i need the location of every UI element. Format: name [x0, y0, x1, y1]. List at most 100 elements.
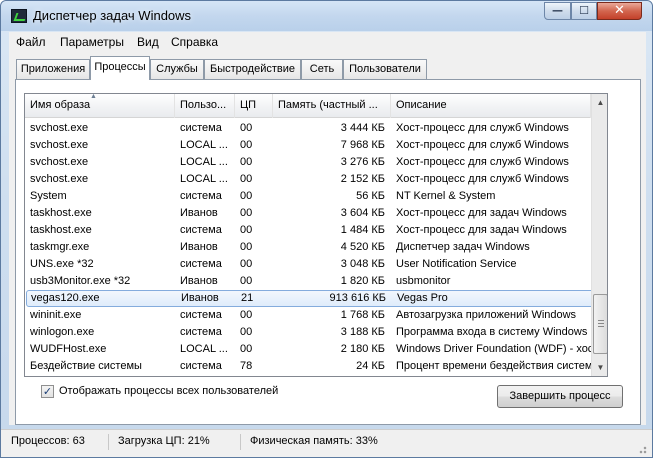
cell-cpu: 00 — [240, 258, 253, 270]
table-row[interactable]: svchost.exe LOCAL ... 00 2 152 КБ Хост-проце… — [25, 171, 607, 188]
tab-users[interactable]: Пользователи — [343, 59, 427, 79]
cell-user: система — [180, 360, 222, 372]
cell-memory: 1 768 КБ — [340, 309, 385, 321]
cell-user: Иванов — [180, 241, 218, 253]
column-memory[interactable]: Память (частный ... — [273, 94, 391, 118]
cell-memory: 2 152 КБ — [340, 173, 385, 185]
cell-image-name: svchost.exe — [30, 173, 89, 185]
cell-description: Хост-процесс для служб Windows — [396, 122, 569, 134]
cell-description: Автозагрузка приложений Windows — [396, 309, 577, 321]
sort-ascending-icon: ▲ — [90, 94, 97, 100]
minimize-button[interactable]: — — [544, 2, 571, 20]
tab-processes[interactable]: Процессы — [90, 56, 150, 80]
scrollbar-thumb[interactable] — [593, 294, 607, 354]
cell-description: Программа входа в систему Windows — [396, 326, 588, 338]
menu-bar: Файл Параметры Вид Справка — [9, 32, 646, 52]
cell-image-name: vegas120.exe — [31, 292, 100, 304]
menu-view[interactable]: Вид — [137, 35, 159, 49]
close-button[interactable]: ✕ — [597, 2, 642, 20]
task-manager-window: Диспетчер задач Windows — ☐ ✕ Файл Парам… — [0, 0, 653, 458]
cell-image-name: UNS.exe *32 — [30, 258, 94, 270]
menu-options[interactable]: Параметры — [60, 35, 124, 49]
cell-cpu: 00 — [240, 122, 253, 134]
table-row[interactable]: usb3Monitor.exe *32 Иванов 00 1 820 КБ usbmo… — [25, 273, 607, 290]
cell-description: Хост-процесс для задач Windows — [396, 207, 567, 219]
table-row[interactable]: Бездействие системы система 78 24 КБ Процент… — [25, 358, 607, 375]
tab-performance[interactable]: Быстродействие — [204, 59, 301, 79]
cell-memory: 7 968 КБ — [340, 139, 385, 151]
cell-description: Диспетчер задач Windows — [396, 241, 530, 253]
cell-user: система — [180, 326, 222, 338]
table-row[interactable]: wininit.exe система 00 1 768 КБ Автозагрузка… — [25, 307, 607, 324]
cell-description: NT Kernel & System — [396, 190, 496, 202]
cell-user: LOCAL ... — [180, 139, 228, 151]
check-icon: ✓ — [42, 385, 53, 398]
vertical-scrollbar[interactable]: ▲ ▼ — [591, 94, 607, 376]
status-bar: Процессов: 63 Загрузка ЦП: 21% Физическа… — [1, 429, 652, 457]
cell-cpu: 78 — [240, 360, 253, 372]
status-cpu-usage: Загрузка ЦП: 21% — [114, 434, 241, 450]
table-row[interactable]: taskhost.exe Иванов 00 3 604 КБ Хост-процесс… — [25, 205, 607, 222]
show-all-users-checkbox[interactable]: ✓ — [41, 385, 54, 398]
cell-image-name: svchost.exe — [30, 156, 89, 168]
show-all-users-label[interactable]: Отображать процессы всех пользователей — [59, 385, 278, 397]
column-description[interactable]: Описание — [391, 94, 591, 118]
cell-memory: 913 616 КБ — [329, 292, 386, 304]
cell-cpu: 00 — [240, 139, 253, 151]
window-title: Диспетчер задач Windows — [33, 8, 192, 23]
scroll-up-icon[interactable]: ▲ — [593, 94, 607, 111]
cell-cpu: 00 — [240, 190, 253, 202]
cell-image-name: svchost.exe — [30, 122, 89, 134]
cell-memory: 2 180 КБ — [340, 343, 385, 355]
cell-cpu: 00 — [240, 173, 253, 185]
cell-description: Хост-процесс для задач Windows — [396, 224, 567, 236]
cell-image-name: WUDFHost.exe — [30, 343, 107, 355]
table-row[interactable]: WUDFHost.exe LOCAL ... 00 2 180 КБ Windows D… — [25, 341, 607, 358]
minimize-icon: — — [552, 4, 563, 17]
cell-image-name: winlogon.exe — [30, 326, 95, 338]
cell-image-name: wininit.exe — [30, 309, 82, 321]
column-cpu[interactable]: ЦП — [235, 94, 273, 118]
status-physical-memory: Физическая память: 33% — [250, 435, 378, 447]
cell-cpu: 21 — [241, 292, 254, 304]
cell-user: система — [180, 122, 222, 134]
table-row[interactable]: taskmgr.exe Иванов 00 4 520 КБ Диспетчер зад… — [25, 239, 607, 256]
cell-image-name: Бездействие системы — [30, 360, 142, 372]
cell-user: LOCAL ... — [180, 173, 228, 185]
tab-applications[interactable]: Приложения — [16, 59, 90, 79]
table-row[interactable]: taskhost.exe система 00 1 484 КБ Хост-процес… — [25, 222, 607, 239]
table-row[interactable]: svchost.exe LOCAL ... 00 7 968 КБ Хост-проце… — [25, 137, 607, 154]
end-process-button[interactable]: Завершить процесс — [497, 385, 623, 408]
cell-image-name: taskmgr.exe — [30, 241, 90, 253]
column-user[interactable]: Пользо... — [175, 94, 235, 118]
table-row[interactable]: UNS.exe *32 система 00 3 048 КБ User Notific… — [25, 256, 607, 273]
cell-memory: 3 188 КБ — [340, 326, 385, 338]
cell-memory: 3 048 КБ — [340, 258, 385, 270]
cell-user: Иванов — [180, 207, 218, 219]
cell-cpu: 00 — [240, 343, 253, 355]
tab-services[interactable]: Службы — [150, 59, 204, 79]
table-row[interactable]: svchost.exe LOCAL ... 00 3 276 КБ Хост-проце… — [25, 154, 607, 171]
cell-memory: 1 820 КБ — [340, 275, 385, 287]
process-list[interactable]: ▲ Имя образа Пользо... ЦП Память (частны… — [24, 93, 608, 377]
menu-help[interactable]: Справка — [171, 35, 218, 49]
scroll-down-icon[interactable]: ▼ — [593, 359, 607, 376]
menu-file[interactable]: Файл — [16, 35, 46, 49]
cell-user: система — [180, 190, 222, 202]
table-row[interactable]: System система 00 56 КБ NT Kernel & System — [25, 188, 607, 205]
table-row[interactable]: winlogon.exe система 00 3 188 КБ Программа в… — [25, 324, 607, 341]
cell-description: Vegas Pro — [397, 292, 448, 304]
table-row-selected[interactable]: vegas120.exe Иванов 21 913 616 КБ Vegas Pro — [26, 290, 606, 307]
title-bar[interactable]: Диспетчер задач Windows — ☐ ✕ — [1, 1, 652, 31]
cell-user: система — [180, 224, 222, 236]
maximize-button[interactable]: ☐ — [571, 2, 597, 20]
resize-grip-icon[interactable] — [637, 444, 647, 454]
cell-user: система — [180, 258, 222, 270]
column-header-row: ▲ Имя образа Пользо... ЦП Память (частны… — [25, 94, 607, 118]
table-row[interactable]: svchost.exe система 00 3 444 КБ Хост-процесс… — [25, 120, 607, 137]
cell-cpu: 00 — [240, 241, 253, 253]
column-image-name[interactable]: ▲ Имя образа — [25, 94, 175, 118]
cell-memory: 1 484 КБ — [340, 224, 385, 236]
tab-network[interactable]: Сеть — [301, 59, 343, 79]
cell-cpu: 00 — [240, 326, 253, 338]
